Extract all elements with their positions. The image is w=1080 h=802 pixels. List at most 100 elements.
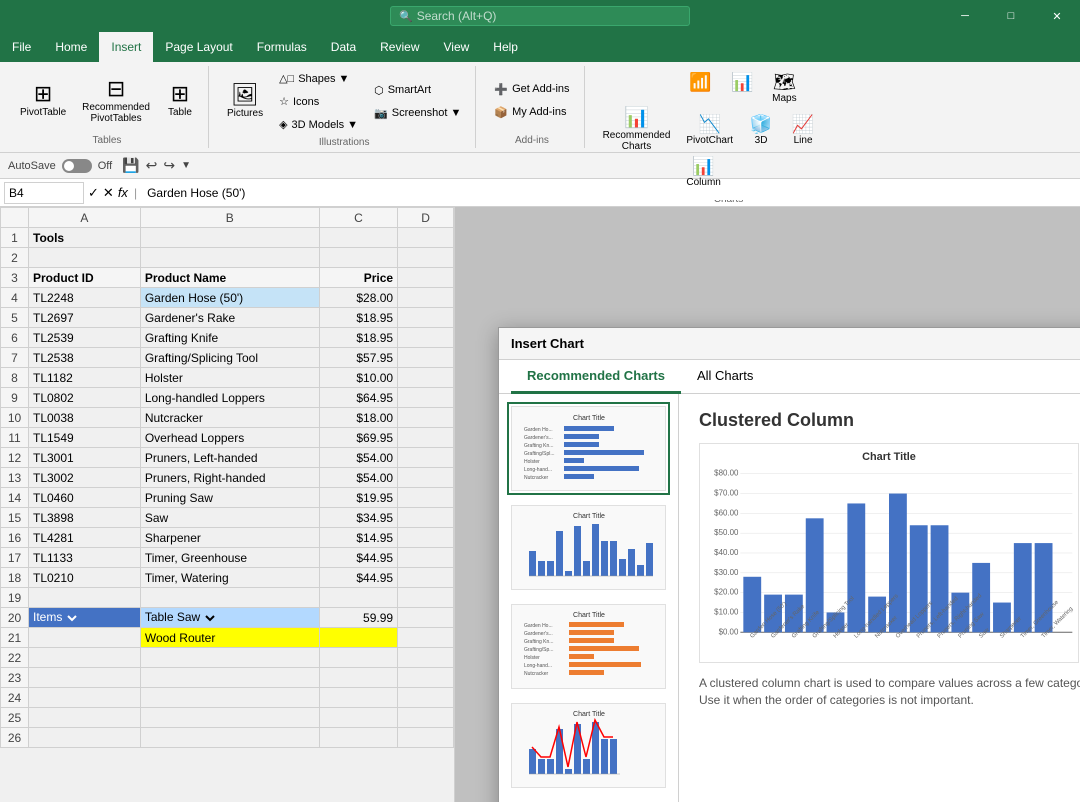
maps-button[interactable]: 🗺 Maps [764, 68, 804, 108]
search-input[interactable] [417, 9, 681, 23]
cell-d7[interactable] [398, 348, 454, 368]
cell-c16[interactable]: $14.95 [319, 528, 397, 548]
cell-c1[interactable] [319, 228, 397, 248]
pictures-button[interactable]: 🖼 Pictures [221, 80, 269, 123]
cell-a11[interactable]: TL1549 [29, 428, 141, 448]
tab-file[interactable]: File [0, 32, 43, 62]
column-chart-button[interactable]: 📊 [722, 68, 762, 108]
chart-preview-2[interactable]: Chart Title [507, 501, 670, 594]
cell-c3[interactable]: Price [319, 268, 397, 288]
shapes-button[interactable]: △□Shapes ▼ [273, 68, 364, 89]
cell-c10[interactable]: $18.00 [319, 408, 397, 428]
recommended-pivottables-button[interactable]: ⊟ RecommendedPivotTables [76, 74, 156, 128]
cell-a21[interactable] [29, 628, 141, 648]
cell-c15[interactable]: $34.95 [319, 508, 397, 528]
cell-b7[interactable]: Grafting/Splicing Tool [140, 348, 319, 368]
cell-c6[interactable]: $18.95 [319, 328, 397, 348]
cell-c9[interactable]: $64.95 [319, 388, 397, 408]
cell-d13[interactable] [398, 468, 454, 488]
cell-b8[interactable]: Holster [140, 368, 319, 388]
cell-c19[interactable] [319, 588, 397, 608]
col-header-d[interactable]: D [398, 208, 454, 228]
tab-all-charts[interactable]: All Charts [681, 360, 769, 394]
cell-d9[interactable] [398, 388, 454, 408]
dialog-help-button[interactable]: ? [1071, 330, 1080, 358]
cell-b5[interactable]: Gardener's Rake [140, 308, 319, 328]
line-button[interactable]: 📈 Line [783, 110, 823, 150]
cell-b11[interactable]: Overhead Loppers [140, 428, 319, 448]
cell-b14[interactable]: Pruning Saw [140, 488, 319, 508]
cell-a5[interactable]: TL2697 [29, 308, 141, 328]
cell-b13[interactable]: Pruners, Right-handed [140, 468, 319, 488]
pivotchart-button[interactable]: 📉 PivotChart [680, 110, 739, 150]
cell-b6[interactable]: Grafting Knife [140, 328, 319, 348]
cell-b4[interactable]: Garden Hose (50') [140, 288, 319, 308]
quick-access-dropdown[interactable]: ▼ [181, 160, 191, 171]
cell-a9[interactable]: TL0802 [29, 388, 141, 408]
screenshot-button[interactable]: 📷Screenshot ▼ [368, 103, 467, 124]
cell-a7[interactable]: TL2538 [29, 348, 141, 368]
get-addins-button[interactable]: ➕Get Add-ins [488, 79, 575, 100]
icons-button[interactable]: ☆Icons [273, 91, 364, 112]
spreadsheet[interactable]: A B C D 1 Tools 2 [0, 207, 455, 802]
cell-c2[interactable] [319, 248, 397, 268]
formula-check-icon[interactable]: ✓ [88, 185, 99, 201]
function-icon[interactable]: fx [118, 185, 128, 200]
cell-c18[interactable]: $44.95 [319, 568, 397, 588]
minimize-button[interactable]: ─ [942, 0, 988, 32]
cell-d21[interactable] [398, 628, 454, 648]
cell-d15[interactable] [398, 508, 454, 528]
cell-b9[interactable]: Long-handled Loppers [140, 388, 319, 408]
cell-a13[interactable]: TL3002 [29, 468, 141, 488]
cell-d5[interactable] [398, 308, 454, 328]
chart-preview-3[interactable]: Chart Title [507, 600, 670, 693]
cell-c4[interactable]: $28.00 [319, 288, 397, 308]
cell-d19[interactable] [398, 588, 454, 608]
cell-a10[interactable]: TL0038 [29, 408, 141, 428]
cell-d17[interactable] [398, 548, 454, 568]
cell-d6[interactable] [398, 328, 454, 348]
cell-b18[interactable]: Timer, Watering [140, 568, 319, 588]
cell-c13[interactable]: $54.00 [319, 468, 397, 488]
3d-button[interactable]: 🧊 3D [741, 110, 781, 150]
pivottable-button[interactable]: ⊞ PivotTable [14, 79, 72, 122]
cell-c11[interactable]: $69.95 [319, 428, 397, 448]
cell-c12[interactable]: $54.00 [319, 448, 397, 468]
cell-d1[interactable] [398, 228, 454, 248]
table-button[interactable]: ⊞ Table [160, 79, 200, 122]
cell-a17[interactable]: TL1133 [29, 548, 141, 568]
cell-c20[interactable]: 59.99 [319, 608, 397, 628]
autosave-toggle[interactable] [62, 159, 92, 173]
cell-d14[interactable] [398, 488, 454, 508]
cell-a12[interactable]: TL3001 [29, 448, 141, 468]
col-header-b[interactable]: B [140, 208, 319, 228]
cell-d20[interactable] [398, 608, 454, 628]
formula-cancel-icon[interactable]: ✕ [103, 185, 114, 201]
cell-c14[interactable]: $19.95 [319, 488, 397, 508]
my-addins-button[interactable]: 📦My Add-ins [488, 102, 575, 123]
cell-d16[interactable] [398, 528, 454, 548]
cell-c8[interactable]: $10.00 [319, 368, 397, 388]
cell-c5[interactable]: $18.95 [319, 308, 397, 328]
cell-d12[interactable] [398, 448, 454, 468]
cell-b16[interactable]: Sharpener [140, 528, 319, 548]
cell-a18[interactable]: TL0210 [29, 568, 141, 588]
formula-input[interactable] [143, 186, 1076, 200]
cell-d4[interactable] [398, 288, 454, 308]
cell-b2[interactable] [140, 248, 319, 268]
items-dropdown[interactable]: ▼ [66, 612, 80, 625]
tab-page-layout[interactable]: Page Layout [153, 32, 244, 62]
tab-formulas[interactable]: Formulas [245, 32, 319, 62]
cell-a20[interactable]: Items ▼ [29, 608, 141, 628]
smartart-button[interactable]: ⬡SmartArt [368, 80, 467, 101]
cell-c7[interactable]: $57.95 [319, 348, 397, 368]
cell-b15[interactable]: Saw [140, 508, 319, 528]
col-header-c[interactable]: C [319, 208, 397, 228]
cell-a14[interactable]: TL0460 [29, 488, 141, 508]
cell-b3[interactable]: Product Name [140, 268, 319, 288]
cell-a16[interactable]: TL4281 [29, 528, 141, 548]
tab-insert[interactable]: Insert [99, 32, 153, 62]
tab-help[interactable]: Help [481, 32, 530, 62]
cell-a6[interactable]: TL2539 [29, 328, 141, 348]
tab-review[interactable]: Review [368, 32, 431, 62]
